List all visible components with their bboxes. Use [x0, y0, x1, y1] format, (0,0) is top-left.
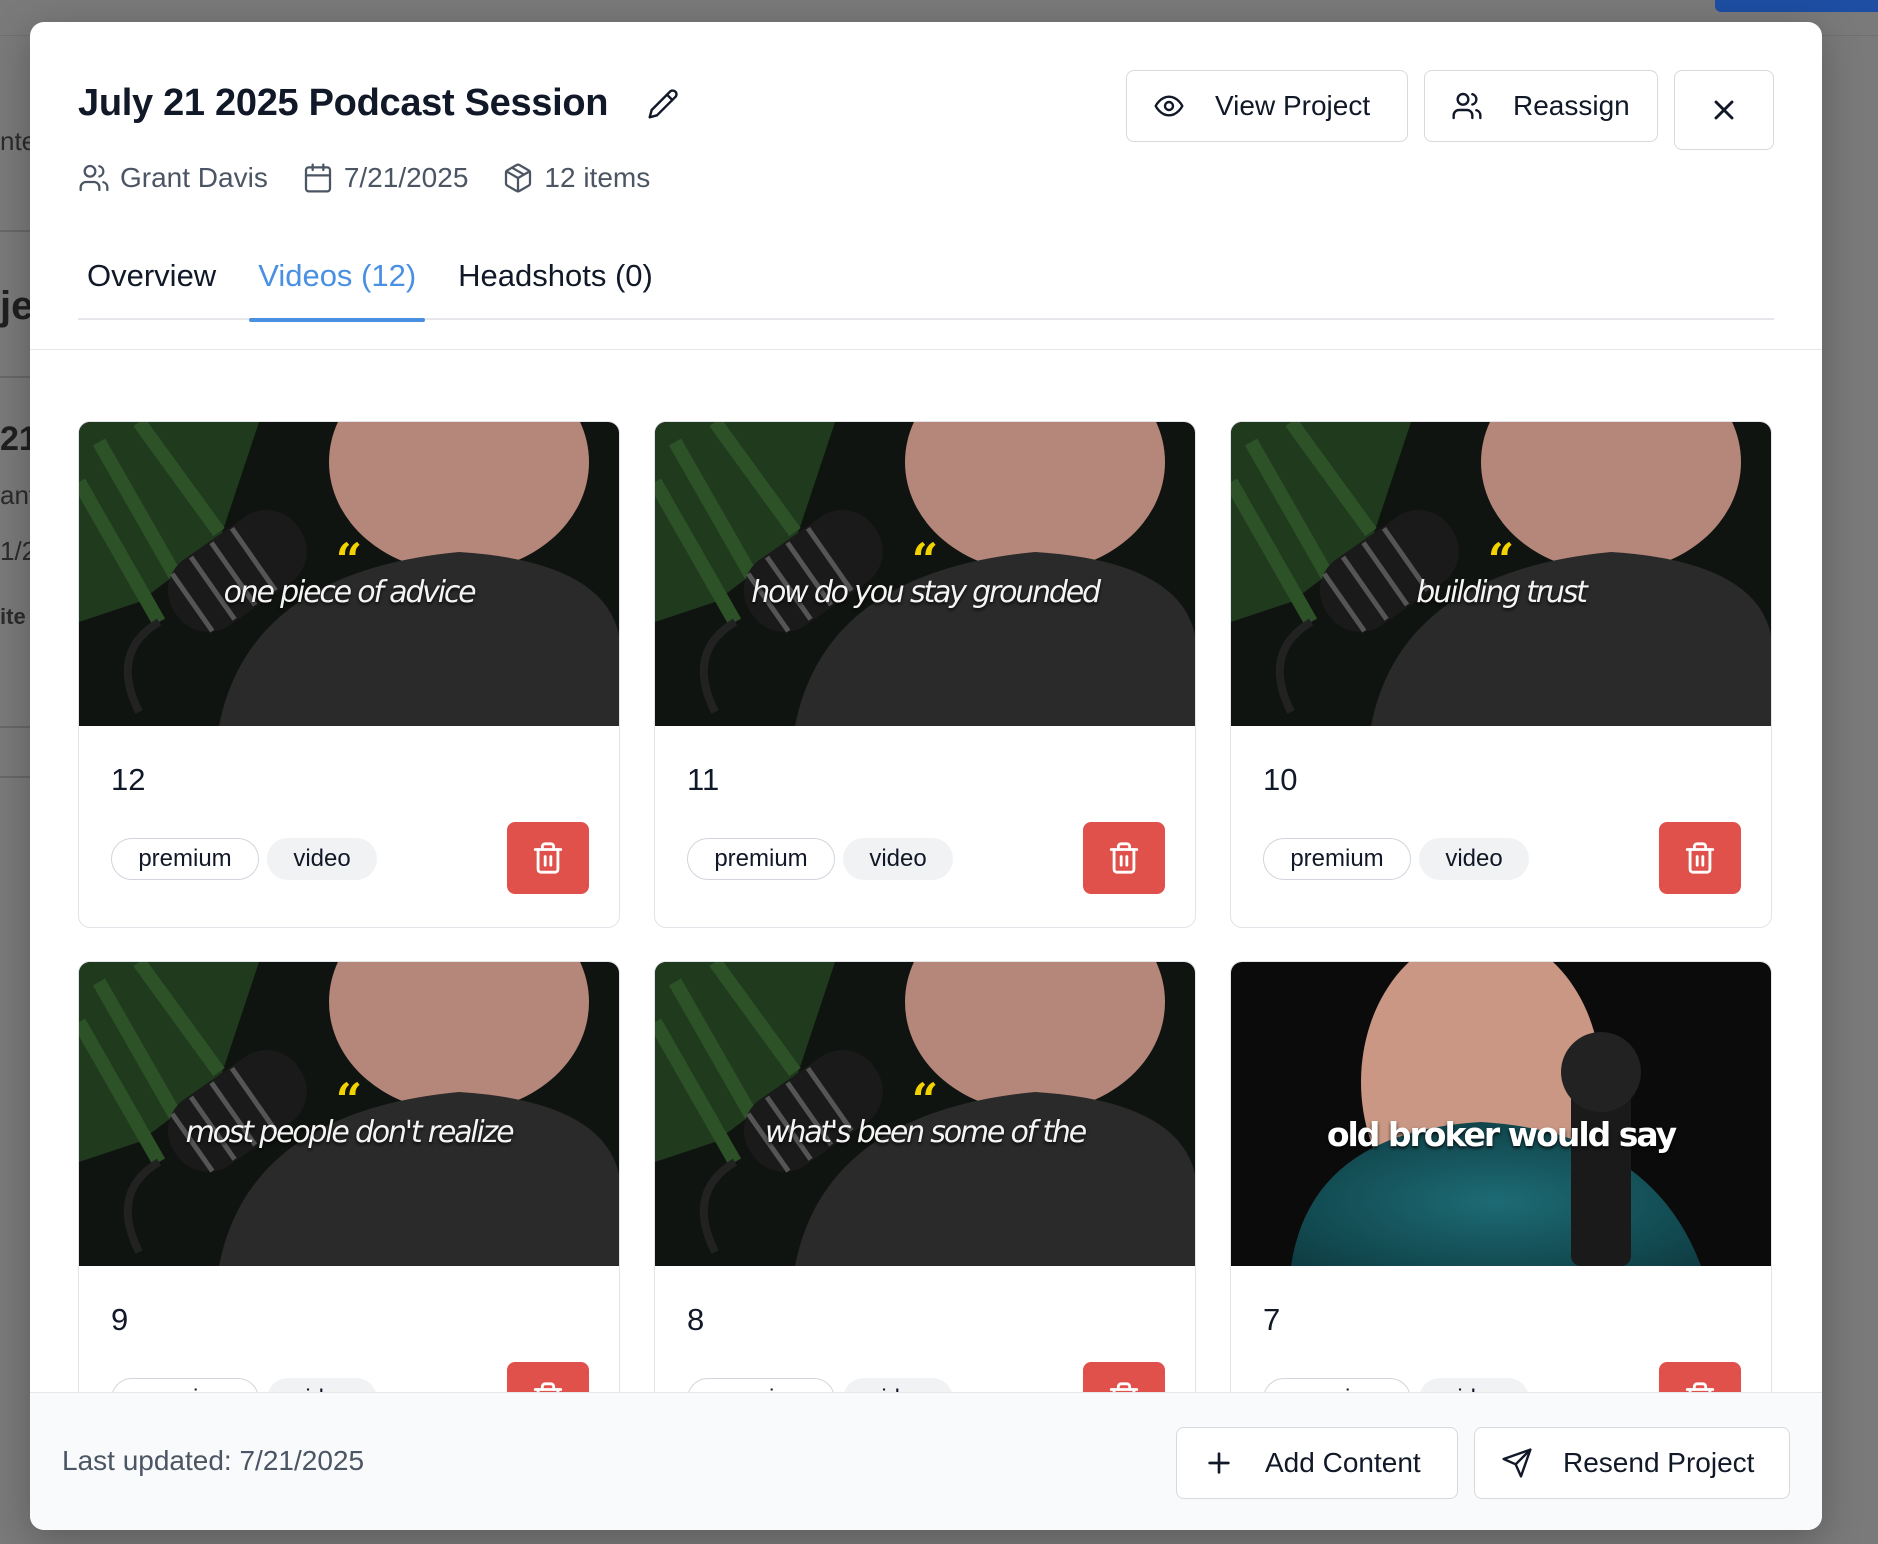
view-project-button[interactable]: View Project [1126, 70, 1408, 142]
video-number: 7 [1263, 1302, 1281, 1337]
calendar-icon [304, 163, 331, 193]
video-thumbnail[interactable]: old broker would say [1231, 962, 1771, 1266]
tag-premium: premium [111, 838, 259, 880]
video-caption: most people don't realize [185, 1115, 515, 1150]
background-divider [0, 726, 30, 728]
meta-date: 7/21/2025 [302, 162, 469, 194]
delete-button[interactable] [1083, 822, 1165, 894]
plus-icon [1208, 1452, 1230, 1474]
video-number: 12 [111, 762, 146, 797]
video-caption: how do you stay grounded [751, 575, 1101, 610]
project-date: 7/21/2025 [343, 162, 469, 193]
video-number: 9 [111, 1302, 129, 1337]
send-icon [1502, 1448, 1532, 1478]
close-icon [1714, 100, 1734, 120]
reassign-button[interactable]: Reassign [1424, 70, 1658, 142]
video-card[interactable]: “ one piece of advice 12 premium video [78, 421, 620, 928]
add-content-label: Add Content [1265, 1447, 1421, 1478]
trash-icon [1683, 841, 1717, 875]
project-modal: July 21 2025 Podcast Session Grant Davis… [30, 22, 1822, 1530]
trash-icon [531, 841, 565, 875]
resend-project-button[interactable]: Resend Project [1474, 1427, 1790, 1499]
tag-premium: premium [687, 838, 835, 880]
background-divider [0, 376, 30, 378]
video-card[interactable]: old broker would say 7 premium video [1230, 961, 1772, 1412]
background-button [1715, 0, 1878, 12]
background-divider [0, 776, 30, 778]
modal-tabs: Overview Videos (12) Headshots (0) [78, 232, 1774, 322]
video-grid: “ one piece of advice 12 premium video “… [30, 351, 1822, 1412]
meta-owner: Grant Davis [78, 162, 268, 194]
modal-header: July 21 2025 Podcast Session Grant Davis… [30, 22, 1822, 350]
video-caption: one piece of advice [223, 575, 477, 610]
owner-name: Grant Davis [120, 162, 268, 193]
users-icon [79, 164, 109, 192]
add-content-button[interactable]: Add Content [1176, 1427, 1458, 1499]
tag-premium: premium [1263, 838, 1411, 880]
edit-title-button[interactable] [646, 87, 680, 121]
tab-headshots[interactable]: Headshots (0) [449, 232, 662, 320]
tag-video: video [1419, 838, 1529, 880]
reassign-label: Reassign [1513, 90, 1630, 121]
trash-icon [1107, 841, 1141, 875]
pencil-icon [648, 88, 678, 119]
package-icon [505, 163, 532, 193]
video-caption: old broker would say [1326, 1115, 1677, 1154]
last-updated: Last updated: 7/21/2025 [62, 1445, 365, 1476]
delete-button[interactable] [1659, 822, 1741, 894]
video-number: 10 [1263, 762, 1298, 797]
video-card[interactable]: “ how do you stay grounded 11 premium vi… [654, 421, 1196, 928]
delete-button[interactable] [507, 822, 589, 894]
tab-videos[interactable]: Videos (12) [249, 232, 426, 322]
video-thumbnail[interactable]: “ building trust [1231, 422, 1771, 726]
video-caption: building trust [1416, 575, 1588, 610]
video-card[interactable]: “ what's been some of the 8 premium vide… [654, 961, 1196, 1412]
video-thumbnail[interactable]: “ how do you stay grounded [655, 422, 1195, 726]
background-text: ite [0, 604, 26, 629]
eye-icon [1154, 95, 1184, 117]
close-button[interactable] [1674, 70, 1774, 150]
video-number: 11 [687, 762, 720, 797]
video-caption: what's been some of the [765, 1115, 1087, 1150]
view-project-label: View Project [1215, 90, 1371, 121]
video-thumbnail[interactable]: “ most people don't realize [79, 962, 619, 1266]
modal-title: July 21 2025 Podcast Session [78, 82, 609, 124]
background-divider [0, 230, 30, 232]
background-heading: je [0, 284, 34, 328]
item-count: 12 items [544, 162, 651, 193]
video-number: 8 [687, 1302, 705, 1337]
meta-items: 12 items [502, 162, 650, 194]
users-icon [1452, 92, 1482, 120]
tab-overview[interactable]: Overview [78, 232, 225, 320]
video-card[interactable]: “ building trust 10 premium video [1230, 421, 1772, 928]
video-card[interactable]: “ most people don't realize 9 premium vi… [78, 961, 620, 1412]
modal-footer: Last updated: 7/21/2025 Add Content Rese… [30, 1392, 1822, 1530]
project-meta: Grant Davis 7/21/2025 12 items [78, 162, 650, 194]
resend-project-label: Resend Project [1563, 1447, 1755, 1478]
video-thumbnail[interactable]: “ what's been some of the [655, 962, 1195, 1266]
tag-video: video [267, 838, 377, 880]
title-row: July 21 2025 Podcast Session [78, 82, 680, 125]
tag-video: video [843, 838, 953, 880]
video-thumbnail[interactable]: “ one piece of advice [79, 422, 619, 726]
